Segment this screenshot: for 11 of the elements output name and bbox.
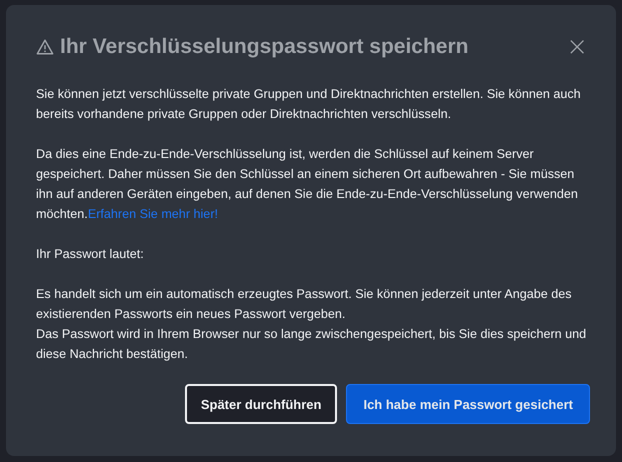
learn-more-link[interactable]: Erfahren Sie mehr hier!: [88, 207, 218, 221]
paragraph: Ihr Passwort lautet:: [36, 246, 145, 263]
close-button[interactable]: ×: [562, 37, 592, 57]
paragraph: Es handelt sich um ein automatisch erzeugtes Passwort. Sie können jederzeit unter Angabe des existierenden Passworts ein neues Passwort vergeben.: [36, 286, 573, 323]
paragraph: Das Passwort wird in Ihrem Browser nur so lange zwischengespeichert, bis Sie dies speichern und diese Nachricht bestätigen.: [36, 326, 588, 363]
paragraph: Da dies eine Ende-zu-Ende-Verschlüsselung ist, werden die Schlüssel auf keinem Server gespeichert. Daher müssen Sie den Schlüssel an einem sicheren Ort aufbewahren - Sie müssen ihn auf anderen Geräten eingeben, auf denen Sie die Ende-zu-Ende-Verschlüsselung verwenden möchten.Erfahren Sie mehr hier!: [36, 146, 579, 223]
later-button[interactable]: Später durchführen: [184, 384, 338, 424]
confirm-button[interactable]: Ich habe mein Passwort gesichert: [346, 384, 590, 424]
paragraph: Sie können jetzt verschlüsselte private Gruppen und Direktnachrichten erstellen. Sie können auch bereits vorhandene private Gruppen oder Direktnachrichten verschlüsseln.: [36, 86, 582, 123]
warning-icon: [36, 38, 54, 56]
dialog-title: Ihr Verschlüsselungspasswort speichern: [60, 35, 470, 59]
